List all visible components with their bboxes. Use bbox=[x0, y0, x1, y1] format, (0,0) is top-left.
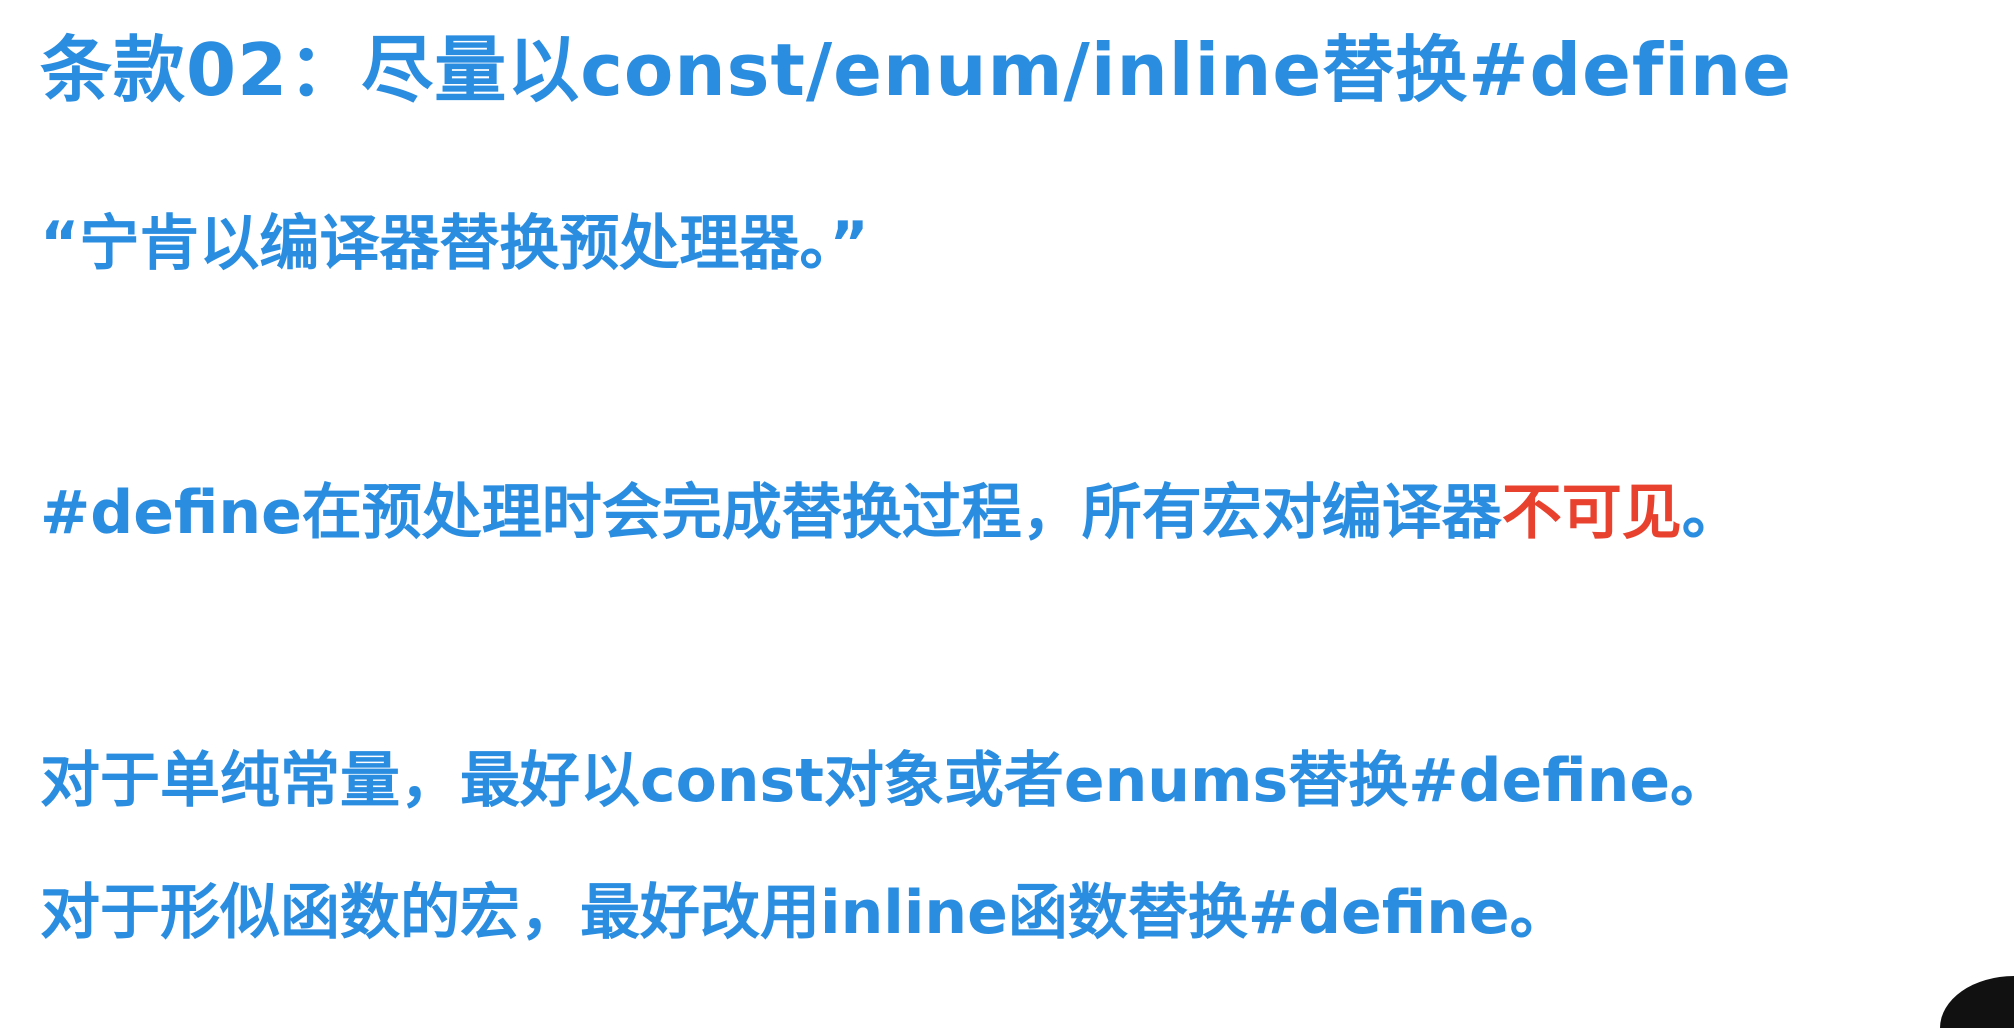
invisible-highlight: 不可见 bbox=[1501, 478, 1682, 548]
presenter-shape bbox=[1940, 976, 2014, 1028]
define-explanation: #define在预处理时会完成替换过程，所有宏对编译器不可见。 bbox=[40, 483, 1742, 543]
slide-title: 条款02：尽量以const/enum/inline替换#define bbox=[40, 28, 1793, 112]
define-explanation-text: #define在预处理时会完成替换过程，所有宏对编译器 bbox=[40, 478, 1502, 548]
const-recommendation: 对于单纯常量，最好以const对象或者enums替换#define。 bbox=[40, 746, 1731, 816]
define-explanation-period: 。 bbox=[1681, 478, 1742, 548]
inline-recommendation: 对于形似函数的宏，最好改用inline函数替换#define。 bbox=[40, 878, 1570, 948]
slide-quote: “宁肯以编译器替换预处理器。” bbox=[40, 209, 869, 279]
